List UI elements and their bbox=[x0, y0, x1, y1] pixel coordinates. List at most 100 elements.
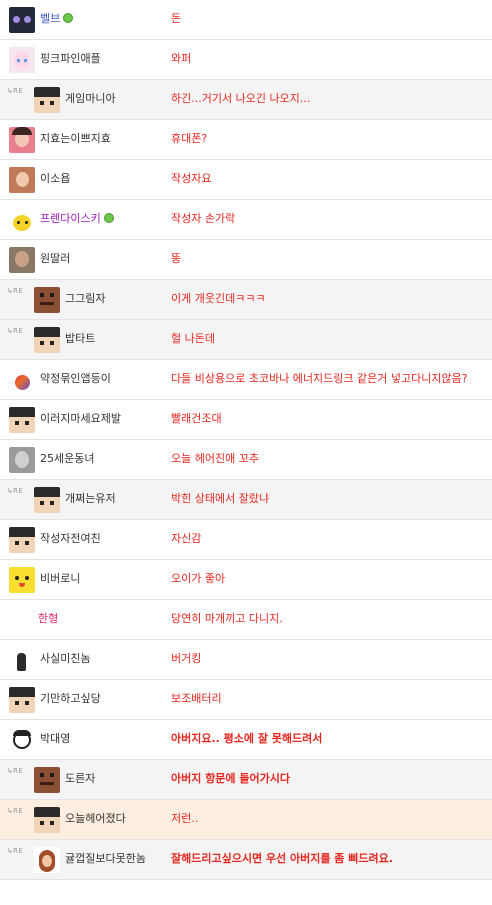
nickname-text: 이러지마세요제발 bbox=[40, 412, 121, 425]
nickname-link[interactable]: 원딸러 bbox=[40, 240, 70, 278]
comment-text: 작성자요 bbox=[171, 172, 212, 185]
reply-comment-row: ↳RE 오늘헤어졌다 저런.. bbox=[0, 800, 492, 840]
nickname-link[interactable]: 약정묶인앱등이 bbox=[40, 360, 111, 398]
nickname-link[interactable]: 이소욥 bbox=[40, 160, 70, 198]
comment-text: 이게 개웃긴데ㅋㅋㅋ bbox=[171, 292, 266, 305]
reply-marker-icon: ↳RE bbox=[7, 767, 24, 775]
reply-comment-row: ↳RE 그그림자 이게 개웃긴데ㅋㅋㅋ bbox=[0, 280, 492, 320]
nickname-link[interactable]: 밥타트 bbox=[65, 320, 95, 358]
pixel-default-avatar[interactable] bbox=[34, 87, 60, 113]
comment-text: 다들 비상용으로 초코바나 에너지드링크 같은거 넣고다니지않음? bbox=[171, 372, 468, 385]
nickname-text: 개쩌는유저 bbox=[65, 492, 116, 505]
person-photo-avatar[interactable] bbox=[9, 167, 35, 193]
pixel-default-avatar[interactable] bbox=[9, 407, 35, 433]
pixel-default-avatar[interactable] bbox=[34, 327, 60, 353]
comment-text: 똥 bbox=[171, 252, 182, 265]
nickname-link[interactable]: 한형 bbox=[38, 600, 58, 638]
nickname-text: 사실미친놈 bbox=[40, 652, 91, 665]
nickname-text: 도른자 bbox=[65, 772, 96, 785]
nickname-text: 25세운동녀 bbox=[40, 452, 95, 465]
nickname-text: 밥타트 bbox=[65, 332, 96, 345]
comment-row: 이소욥 작성자요 bbox=[0, 160, 492, 200]
comment-text: 헐 나돈데 bbox=[171, 332, 215, 345]
cat-avatar[interactable] bbox=[9, 7, 35, 33]
cartoon-face-avatar[interactable] bbox=[9, 727, 35, 753]
comment-row: 프렌다이스키 작성자 손가락 bbox=[0, 200, 492, 240]
nickname-text: 비버로니 bbox=[40, 572, 81, 585]
comment-row: 원딸러 똥 bbox=[0, 240, 492, 280]
nickname-link[interactable]: 박대영 bbox=[40, 720, 70, 758]
comment-text: 보조배터리 bbox=[171, 692, 222, 705]
comment-text: 휴대폰? bbox=[171, 132, 208, 145]
comment-text: 와퍼 bbox=[171, 52, 192, 65]
nickname-link[interactable]: 벨브 bbox=[40, 0, 74, 38]
comment-row: 이러지마세요제발 빨래건조대 bbox=[0, 400, 492, 440]
pixel-default-avatar[interactable] bbox=[9, 687, 35, 713]
comment-text: 아버지요.. 평소에 잘 못해드려서 bbox=[171, 732, 323, 745]
reply-marker-icon: ↳RE bbox=[7, 87, 24, 95]
nickname-text: 원딸러 bbox=[40, 252, 71, 265]
comment-text: 아버지 항문에 들어가시다 bbox=[171, 772, 290, 785]
nickname-text: 박대영 bbox=[40, 732, 71, 745]
nickname-link[interactable]: 오늘헤어졌다 bbox=[65, 800, 126, 838]
nickname-link[interactable]: 25세운동녀 bbox=[40, 440, 94, 478]
nickname-link[interactable]: 지효는이쁘지효 bbox=[40, 120, 111, 158]
reply-marker-icon: ↳RE bbox=[7, 327, 24, 335]
comment-row: 한형 당연히 마개끼고 다니지. bbox=[0, 600, 492, 640]
nickname-text: 약정묶인앱등이 bbox=[40, 372, 111, 385]
comment-row: 벨브 돈 bbox=[0, 0, 492, 40]
apple-logo-avatar[interactable] bbox=[9, 367, 35, 393]
nickname-link[interactable]: 프렌다이스키 bbox=[40, 200, 114, 238]
comment-text: 빨래건조대 bbox=[171, 412, 222, 425]
comment-text: 오이가 좋아 bbox=[171, 572, 226, 585]
pixel-default-avatar[interactable] bbox=[34, 807, 60, 833]
pink-hair-avatar[interactable] bbox=[9, 47, 35, 73]
nickname-link[interactable]: 사실미친놈 bbox=[40, 640, 91, 678]
nickname-link[interactable]: 그그림자 bbox=[65, 280, 105, 318]
girl-photo-avatar[interactable] bbox=[9, 127, 35, 153]
pikachu-avatar[interactable] bbox=[9, 207, 35, 233]
comment-text: 하긴...거기서 나오긴 나오지... bbox=[171, 92, 311, 105]
comment-text: 오늘 헤어진애 꼬추 bbox=[171, 452, 259, 465]
nickname-link[interactable]: 작성자전여친 bbox=[40, 520, 101, 558]
pixel-default-avatar[interactable] bbox=[34, 487, 60, 513]
nickname-text: 작성자전여친 bbox=[40, 532, 101, 545]
nickname-link[interactable]: 핑크파인애플 bbox=[40, 40, 101, 78]
reply-comment-row: ↳RE 귤껍질보다못한놈 잘해드리고싶으시면 우선 아버지를 좀 삐드려요. bbox=[0, 840, 492, 880]
nickname-link[interactable]: 비버로니 bbox=[40, 560, 80, 598]
nickname-link[interactable]: 도른자 bbox=[65, 760, 95, 798]
comment-row: 박대영 아버지요.. 평소에 잘 못해드려서 bbox=[0, 720, 492, 760]
nickname-link[interactable]: 귤껍질보다못한놈 bbox=[65, 840, 146, 878]
comment-text: 돈 bbox=[171, 12, 182, 25]
comment-row: 비버로니 오이가 좋아 bbox=[0, 560, 492, 600]
nickname-text: 핑크파인애플 bbox=[40, 52, 101, 65]
sketch-avatar[interactable] bbox=[9, 647, 35, 673]
reply-comment-row: ↳RE 밥타트 헐 나돈데 bbox=[0, 320, 492, 360]
comment-row: 작성자전여친 자신감 bbox=[0, 520, 492, 560]
yellow-face-avatar[interactable] bbox=[9, 567, 35, 593]
nickname-link[interactable]: 개쩌는유저 bbox=[65, 480, 116, 518]
reply-comment-row: ↳RE 도른자 아버지 항문에 들어가시다 bbox=[0, 760, 492, 800]
nickname-link[interactable]: 기만하고싶당 bbox=[40, 680, 101, 718]
reply-marker-icon: ↳RE bbox=[7, 847, 24, 855]
rock-face-avatar[interactable] bbox=[34, 767, 60, 793]
chat-bubble-badge-icon bbox=[103, 213, 114, 223]
bw-photo-avatar[interactable] bbox=[9, 447, 35, 473]
nickname-text: 오늘헤어졌다 bbox=[65, 812, 126, 825]
pixel-default-avatar[interactable] bbox=[9, 527, 35, 553]
rock-face-avatar[interactable] bbox=[34, 287, 60, 313]
chat-bubble-badge-icon bbox=[63, 13, 74, 23]
comment-list: 벨브 돈핑크파인애플 와퍼 ↳RE 게임마니아 하긴...거기서 나오긴 나오지... 지효… bbox=[0, 0, 492, 880]
nickname-link[interactable]: 이러지마세요제발 bbox=[40, 400, 121, 438]
comment-row: 약정묶인앱등이 다들 비상용으로 초코바나 에너지드링크 같은거 넣고다니지않음? bbox=[0, 360, 492, 400]
comment-text: 당연히 마개끼고 다니지. bbox=[171, 612, 283, 625]
comment-text: 잘해드리고싶으시면 우선 아버지를 좀 삐드려요. bbox=[171, 852, 393, 865]
man-photo-avatar[interactable] bbox=[9, 247, 35, 273]
nickname-link[interactable]: 게임마니아 bbox=[65, 80, 116, 118]
reply-comment-row: ↳RE 게임마니아 하긴...거기서 나오긴 나오지... bbox=[0, 80, 492, 120]
mii-avatar[interactable] bbox=[34, 847, 60, 873]
nickname-text: 그그림자 bbox=[65, 292, 106, 305]
nickname-text: 귤껍질보다못한놈 bbox=[65, 852, 146, 865]
reply-marker-icon: ↳RE bbox=[7, 487, 24, 495]
comment-row: 지효는이쁘지효 휴대폰? bbox=[0, 120, 492, 160]
